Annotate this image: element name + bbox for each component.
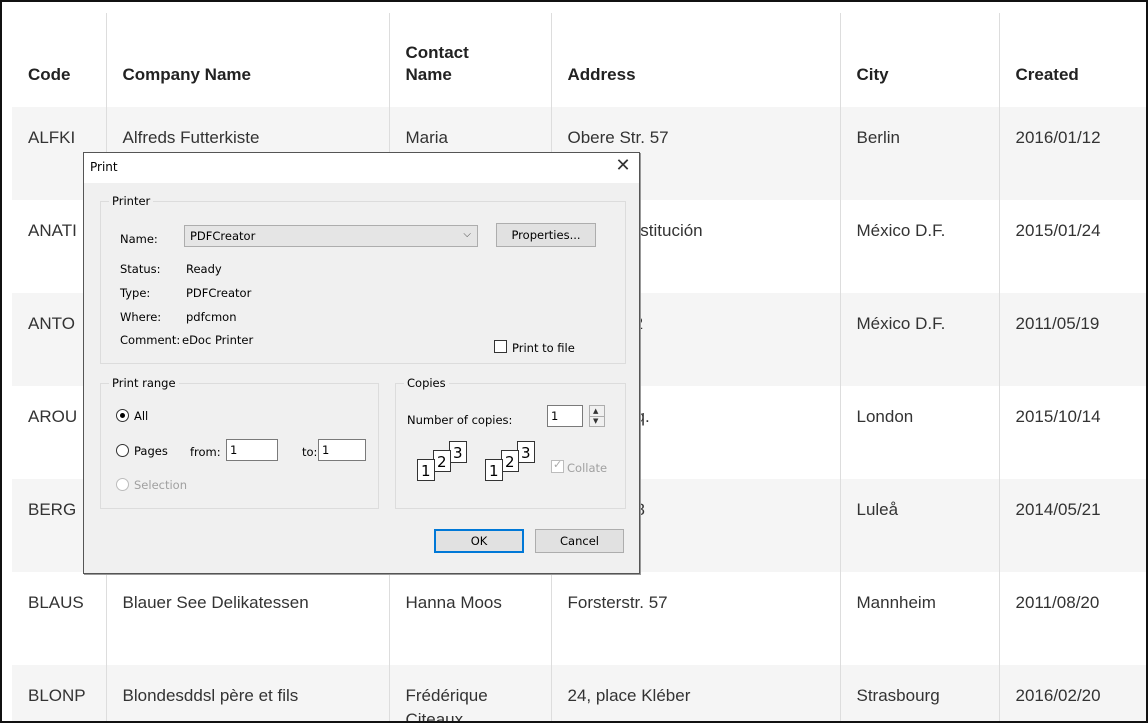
comment-value: eDoc Printer xyxy=(182,333,254,347)
status-label: Status: xyxy=(120,262,161,276)
radio-dot xyxy=(120,413,125,418)
selection-label[interactable]: Selection xyxy=(134,478,187,492)
printer-name-label: Name: xyxy=(120,232,158,246)
selection-radio[interactable] xyxy=(116,478,129,491)
number-of-copies-label: Number of copies: xyxy=(407,413,513,427)
from-page-value: 1 xyxy=(230,443,238,457)
page-number: 2 xyxy=(505,453,515,471)
column-header-code[interactable]: Code xyxy=(12,13,106,107)
printer-name-select[interactable]: PDFCreator ⌵ xyxy=(184,225,478,247)
cell-contact: Frédérique Citeaux xyxy=(388,665,551,721)
cell-created: 2015/01/24 xyxy=(998,200,1146,293)
page-number: 1 xyxy=(421,462,431,480)
collate-pages-icon: 3 2 1 3 2 1 xyxy=(409,441,559,493)
print-to-file-label[interactable]: Print to file xyxy=(512,341,575,355)
cell-created: 2014/05/21 xyxy=(998,479,1146,572)
cell-created: 2011/08/20 xyxy=(998,572,1146,665)
cell-address: 24, place Kléber xyxy=(550,665,840,721)
cell-created: 2016/01/12 xyxy=(998,107,1146,200)
properties-button[interactable]: Properties... xyxy=(496,223,596,247)
all-radio[interactable] xyxy=(116,409,129,422)
all-label[interactable]: All xyxy=(134,409,148,423)
column-header-contact-name[interactable]: Contact Name xyxy=(388,13,551,107)
to-page-value: 1 xyxy=(322,443,330,457)
type-value: PDFCreator xyxy=(186,286,252,300)
cell-created: 2016/02/20 xyxy=(998,665,1146,721)
close-icon[interactable]: ✕ xyxy=(613,156,633,176)
cell-city: Mannheim xyxy=(839,572,999,665)
cell-code: BLAUS xyxy=(28,593,84,612)
cancel-button[interactable]: Cancel xyxy=(535,529,624,553)
dialog-title: Print xyxy=(90,160,118,174)
cell-city: Berlin xyxy=(839,107,999,200)
spin-up-icon[interactable]: ▲ xyxy=(593,407,598,415)
collate-label[interactable]: Collate xyxy=(567,461,607,475)
cell-company: Blondesddsl père et fils xyxy=(105,665,389,721)
cell-code: BLONP xyxy=(12,665,106,721)
column-header-city[interactable]: City xyxy=(839,13,999,107)
where-label: Where: xyxy=(120,310,162,324)
column-header-address[interactable]: Address xyxy=(550,13,840,107)
copies-spinner[interactable]: ▲ ▼ xyxy=(589,405,605,427)
checkmark-icon: ✓ xyxy=(553,458,563,471)
cell-city: London xyxy=(839,386,999,479)
cell-created: 2011/05/19 xyxy=(998,293,1146,386)
copies-legend: Copies xyxy=(404,376,449,390)
cell-address: Forsterstr. 57 xyxy=(550,572,840,665)
from-page-input[interactable]: 1 xyxy=(226,439,278,461)
status-value: Ready xyxy=(186,262,222,276)
print-dialog: Print ✕ Printer Name: PDFCreator ⌵ Prope… xyxy=(83,152,640,574)
table-header-row: Code Company Name Contact Name Address C… xyxy=(12,13,1146,107)
pages-label[interactable]: Pages xyxy=(134,444,168,458)
spin-down-icon[interactable]: ▼ xyxy=(593,417,598,425)
page-number: 3 xyxy=(521,444,531,462)
number-of-copies-value: 1 xyxy=(551,409,559,423)
cell-city: Strasbourg xyxy=(839,665,999,721)
printer-name-value: PDFCreator xyxy=(190,229,256,243)
to-page-input[interactable]: 1 xyxy=(318,439,366,461)
table-row[interactable]: BLAUS Blauer See Delikatessen Hanna Moos… xyxy=(12,572,1146,665)
ok-button[interactable]: OK xyxy=(434,529,524,553)
dialog-title-bar[interactable]: Print ✕ xyxy=(84,153,639,183)
cell-city: México D.F. xyxy=(839,200,999,293)
cell-contact: Hanna Moos xyxy=(388,572,551,665)
where-value: pdfcmon xyxy=(186,310,237,324)
print-to-file-checkbox[interactable] xyxy=(494,340,507,353)
cell-company: Blauer See Delikatessen xyxy=(105,572,389,665)
type-label: Type: xyxy=(120,286,151,300)
from-label: from: xyxy=(190,445,221,459)
print-range-legend: Print range xyxy=(109,376,179,390)
cell-created: 2015/10/14 xyxy=(998,386,1146,479)
pages-radio[interactable] xyxy=(116,444,129,457)
column-header-company-name[interactable]: Company Name xyxy=(105,13,389,107)
page-number: 2 xyxy=(437,453,447,471)
to-label: to: xyxy=(302,445,318,459)
cell-city: México D.F. xyxy=(839,293,999,386)
table-row[interactable]: BLONP Blondesddsl père et fils Frédériqu… xyxy=(12,665,1146,721)
page-number: 1 xyxy=(489,462,499,480)
printer-group-legend: Printer xyxy=(109,194,154,208)
page-number: 3 xyxy=(453,444,463,462)
cell-city: Luleå xyxy=(839,479,999,572)
column-header-created[interactable]: Created xyxy=(998,13,1146,107)
comment-label: Comment: xyxy=(120,333,181,347)
chevron-down-icon: ⌵ xyxy=(463,229,471,240)
collate-checkbox[interactable]: ✓ xyxy=(551,458,564,473)
number-of-copies-input[interactable]: 1 xyxy=(547,405,583,427)
